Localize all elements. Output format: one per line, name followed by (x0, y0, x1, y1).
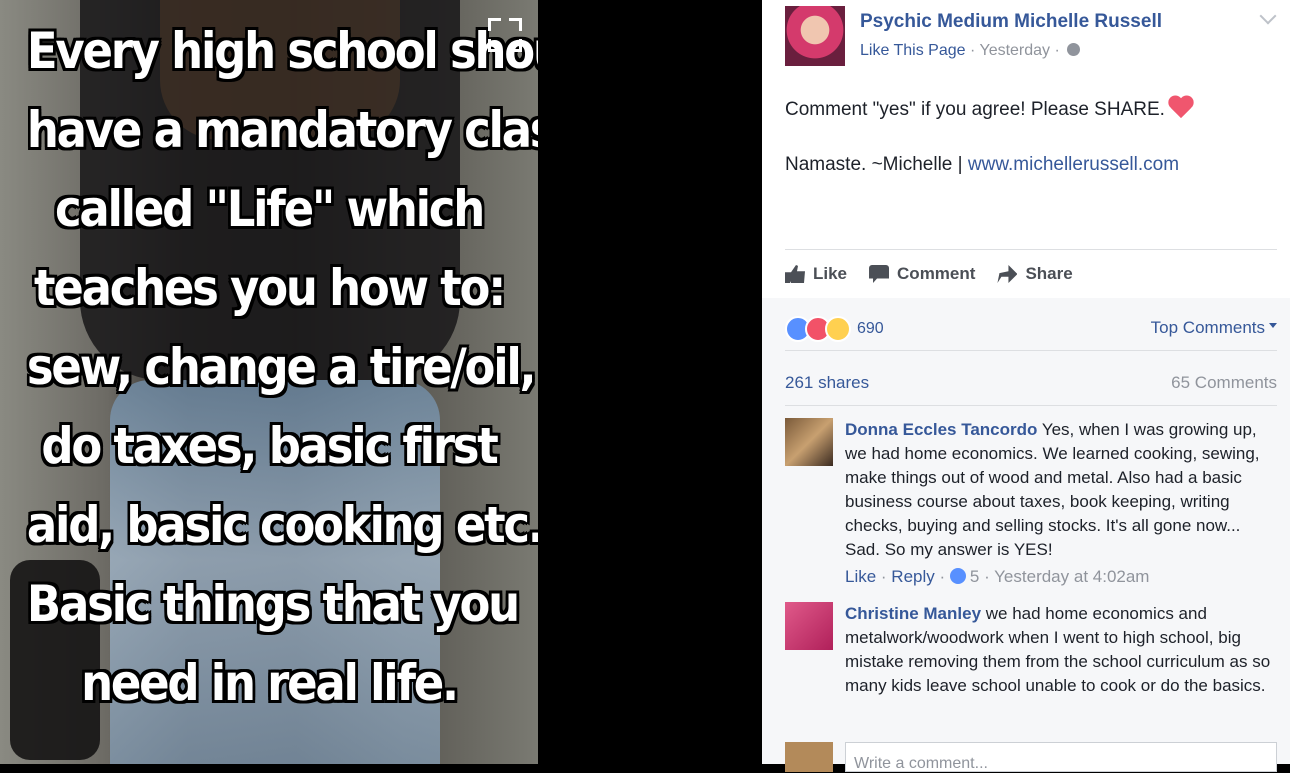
share-label: Share (1025, 264, 1073, 283)
chevron-down-icon[interactable] (1259, 7, 1277, 25)
meta-separator: · (965, 42, 980, 59)
comment-meta: Like · Reply · 5 · Yesterday at 4:02am (845, 567, 1150, 586)
comment-input[interactable]: Write a comment... (845, 742, 1277, 772)
meta-separator: · (1050, 42, 1065, 59)
like-reaction-icon (949, 568, 966, 584)
comment-timestamp[interactable]: Yesterday at 4:02am (994, 567, 1149, 586)
website-link[interactable]: www.michellerussell.com (968, 154, 1179, 175)
like-label: Like (813, 264, 848, 283)
commenter-avatar[interactable] (785, 602, 833, 650)
comment-button[interactable]: Comment (869, 262, 975, 286)
comment-text: Yes, when I was growing up, we had home … (845, 420, 1260, 559)
quote-line: Basic things that you (26, 575, 520, 633)
post-timestamp[interactable]: Yesterday (979, 42, 1050, 59)
comment-like-link[interactable]: Like (845, 567, 876, 586)
commenter-name[interactable]: Christine Manley (845, 604, 981, 623)
comment-reply-link[interactable]: Reply (891, 567, 934, 586)
image-quote: Every high school should have a mandator… (26, 12, 538, 723)
comment-label: Comment (897, 264, 976, 283)
thumbs-up-icon (785, 265, 805, 283)
post-actions: Like Comment Share (785, 262, 1277, 286)
shares-count[interactable]: 261 shares (785, 373, 869, 393)
divider (785, 249, 1277, 250)
commenter-name[interactable]: Donna Eccles Tancordo (845, 420, 1037, 439)
post-line: Namaste. ~Michelle | (785, 154, 968, 175)
share-icon (997, 265, 1018, 283)
quote-line: do taxes, basic first (41, 417, 498, 475)
post-line: Comment "yes" if you agree! Please SHARE… (785, 99, 1165, 120)
globe-icon (1067, 43, 1081, 56)
quote-line: teaches you how to: (34, 259, 506, 317)
comments-count[interactable]: 65 Comments (1171, 373, 1277, 393)
quote-line: have a mandatory class (26, 101, 538, 159)
quote-line: aid, basic cooking etc. (26, 496, 538, 554)
comments-section: 690 Top Comments 261 shares 65 Comments … (762, 298, 1290, 764)
quote-line: Every high school should (26, 22, 538, 80)
share-button[interactable]: Share (997, 262, 1073, 286)
haha-reaction-icon (825, 316, 851, 342)
expand-icon[interactable] (488, 18, 522, 52)
reactions-summary[interactable]: 690 (785, 316, 884, 342)
heart-icon (1169, 96, 1195, 120)
post-image[interactable]: Every high school should have a mandator… (0, 0, 538, 764)
quote-line: sew, change a tire/oil, (26, 338, 537, 396)
comment-body: Christine Manley we had home economics a… (845, 602, 1277, 698)
post-header: Psychic Medium Michelle Russell Like Thi… (785, 6, 1278, 66)
post-meta: Like This Page · Yesterday · (860, 42, 1081, 60)
comment-composer: Write a comment... (785, 742, 1277, 772)
quote-line: called "Life" which (54, 180, 485, 238)
like-page-link[interactable]: Like This Page (860, 42, 966, 59)
page-name-link[interactable]: Psychic Medium Michelle Russell (860, 11, 1162, 33)
page-avatar[interactable] (785, 6, 845, 66)
divider (785, 350, 1277, 351)
divider (785, 405, 1277, 406)
comment-sort-dropdown[interactable]: Top Comments (1151, 318, 1277, 338)
post-body: Comment "yes" if you agree! Please SHARE… (785, 96, 1275, 206)
post-panel: Psychic Medium Michelle Russell Like Thi… (762, 0, 1290, 764)
comment-icon (869, 265, 890, 283)
like-button[interactable]: Like (785, 262, 847, 286)
reactions-count: 690 (857, 320, 884, 337)
comment-like-count[interactable]: 5 (970, 567, 979, 586)
user-avatar (785, 742, 833, 772)
quote-line: need in real life. (81, 654, 459, 712)
comment-composer (785, 442, 1277, 472)
